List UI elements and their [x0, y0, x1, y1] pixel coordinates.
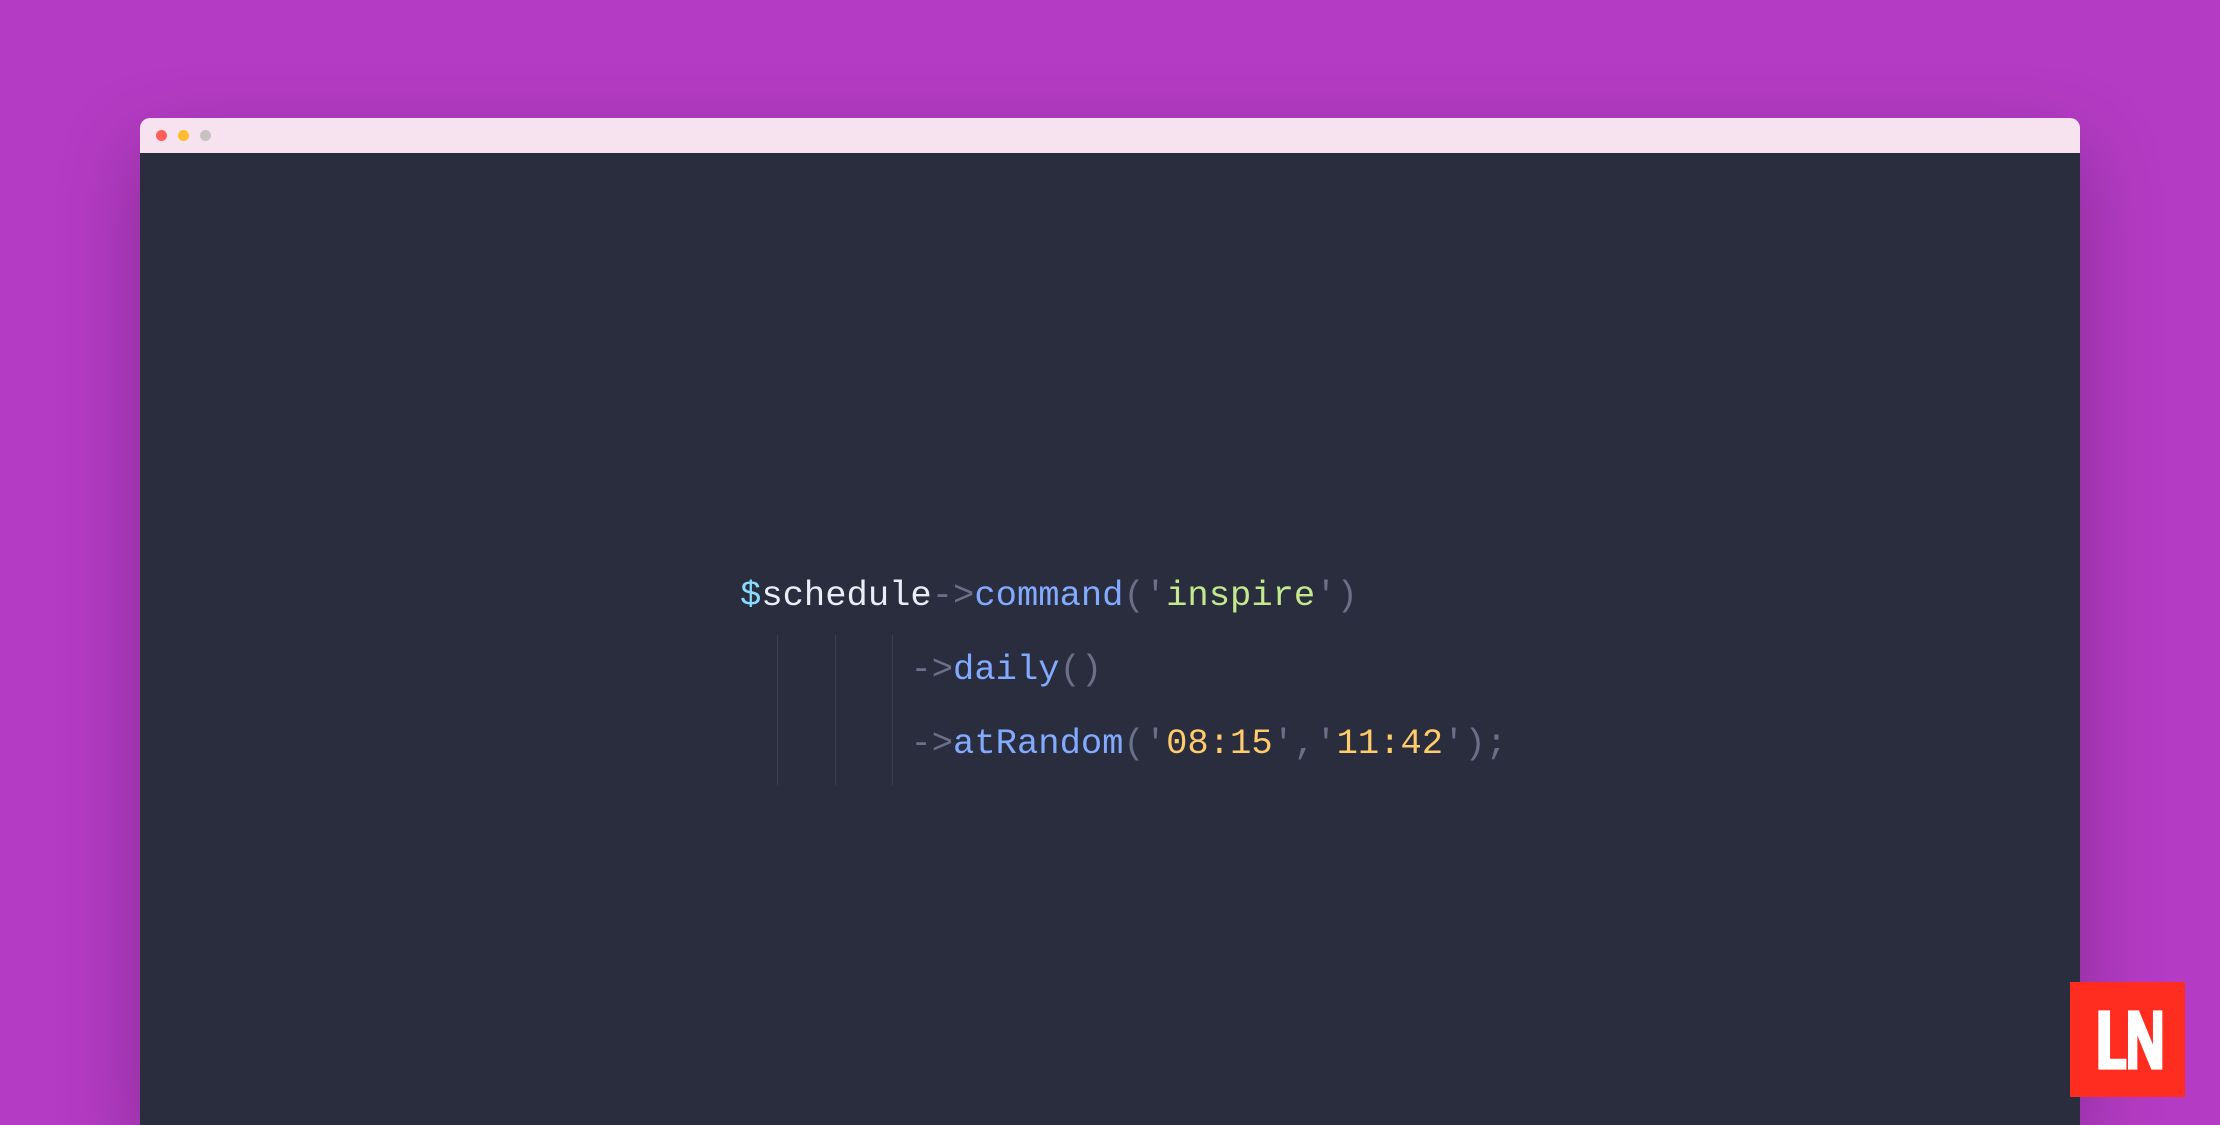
- code-token-quote: ': [1315, 723, 1336, 764]
- code-token-paren: (: [1060, 649, 1081, 690]
- code-token-arrow: ->: [932, 575, 975, 616]
- code-token-semicolon: ;: [1486, 723, 1507, 764]
- code-token-quote: ': [1145, 575, 1166, 616]
- code-token-quote: ': [1443, 723, 1464, 764]
- code-token-method: daily: [953, 649, 1060, 690]
- code-token-paren: (: [1123, 723, 1144, 764]
- code-token-quote: ': [1145, 723, 1166, 764]
- code-token-string: 08:15: [1166, 723, 1273, 764]
- code-token-paren: (: [1123, 575, 1144, 616]
- code-token-paren: ): [1464, 723, 1485, 764]
- code-token-comma: ,: [1294, 723, 1315, 764]
- code-token-variable: schedule: [761, 575, 931, 616]
- code-token-quote: ': [1315, 575, 1336, 616]
- ln-logo-icon: [2089, 1001, 2167, 1079]
- window-titlebar: [140, 118, 2080, 153]
- code-token-paren: ): [1337, 575, 1358, 616]
- code-editor: $schedule->command('inspire') ->daily() …: [140, 153, 2080, 1125]
- code-token-string: 11:42: [1337, 723, 1444, 764]
- code-token-indent: [740, 649, 910, 690]
- code-token-indent: [740, 723, 910, 764]
- code-token-method: command: [974, 575, 1123, 616]
- maximize-icon[interactable]: [200, 130, 211, 141]
- code-token-method: atRandom: [953, 723, 1123, 764]
- close-icon[interactable]: [156, 130, 167, 141]
- code-token-quote: ': [1273, 723, 1294, 764]
- editor-window: $schedule->command('inspire') ->daily() …: [140, 118, 2080, 1125]
- laravel-news-logo: [2070, 982, 2185, 1097]
- code-token-string: inspire: [1166, 575, 1315, 616]
- stage: $schedule->command('inspire') ->daily() …: [0, 0, 2220, 1125]
- code-token-arrow: ->: [910, 723, 953, 764]
- minimize-icon[interactable]: [178, 130, 189, 141]
- code-token-arrow: ->: [910, 649, 953, 690]
- code-token-paren: ): [1081, 649, 1102, 690]
- code-token-sigil: $: [740, 575, 761, 616]
- code-block: $schedule->command('inspire') ->daily() …: [740, 559, 1507, 781]
